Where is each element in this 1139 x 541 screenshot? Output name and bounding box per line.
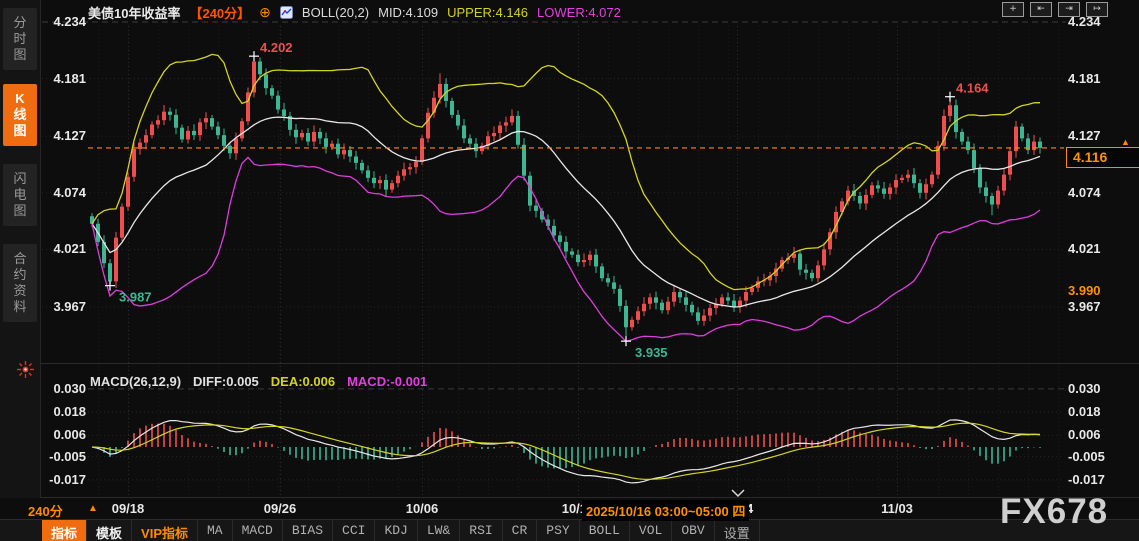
- macd-diff-value: DIFF:0.005: [193, 374, 259, 389]
- sidebar-tab-kline[interactable]: K线图: [3, 84, 37, 146]
- period-selector[interactable]: 240分: [28, 501, 63, 520]
- toolbar-tab-bias[interactable]: BIAS: [283, 520, 333, 541]
- chevron-down-icon[interactable]: [731, 489, 745, 498]
- macd-axis-label: -0.005: [42, 449, 86, 464]
- price-panel-layer: 4.202 3.987 4.164 3.935: [88, 40, 1064, 360]
- sidebar-tab-timeline[interactable]: 分时图: [3, 8, 37, 70]
- price-extreme-label: 4.202: [260, 40, 293, 55]
- price-axis-label: 4.074: [1068, 185, 1101, 200]
- boll-upper-value: UPPER:4.146: [447, 5, 528, 20]
- price-axis-label: 3.967: [42, 299, 86, 314]
- macd-hist-value: MACD:-0.001: [347, 374, 427, 389]
- toolbar-tab-kdj[interactable]: KDJ: [375, 520, 417, 541]
- toolbar-tab-obv[interactable]: OBV: [672, 520, 714, 541]
- price-axis-label: 4.021: [42, 241, 86, 256]
- toolbar-tab-lw[interactable]: LW&: [418, 520, 460, 541]
- macd-axis-label: 0.006: [42, 427, 86, 442]
- macd-axis-label: 0.030: [1068, 381, 1101, 396]
- boll-lower-value: LOWER:4.072: [537, 5, 621, 20]
- toolbar-tab-settings[interactable]: 设置: [715, 520, 760, 541]
- sidebar-tab-lightning[interactable]: 闪电图: [3, 164, 37, 226]
- boll-mid-value: MID:4.109: [378, 5, 438, 20]
- toolbar-tab-templates[interactable]: 模板: [87, 520, 132, 541]
- fit-right-icon[interactable]: ⇥: [1058, 2, 1080, 17]
- sidebar-tab-label: 分时图: [13, 15, 28, 63]
- chart-header: 美债10年收益率 【240分】 ⊕ BOLL(20,2) MID:4.109 U…: [88, 3, 621, 21]
- sidebar-tab-label: 合约资料: [13, 251, 28, 315]
- date-tick: 09/18: [112, 501, 145, 516]
- secondary-price-label: 3.990: [1068, 283, 1101, 298]
- price-extreme-label: 3.987: [119, 290, 152, 305]
- toolbar-tab-cci[interactable]: CCI: [333, 520, 375, 541]
- date-tick: 09/26: [264, 501, 297, 516]
- macd-params-label: MACD(26,12,9): [90, 374, 181, 389]
- price-axis-label: 4.021: [1068, 241, 1101, 256]
- fit-left-icon[interactable]: ⇤: [1030, 2, 1052, 17]
- crosshair-icon[interactable]: +: [1002, 2, 1024, 17]
- macd-axis-label: -0.017: [1068, 472, 1105, 487]
- macd-axis-label: -0.005: [1068, 449, 1105, 464]
- price-axis-label: 4.127: [1068, 128, 1101, 143]
- price-axis-label: 3.967: [1068, 299, 1101, 314]
- toolbar-tab-macd[interactable]: MACD: [233, 520, 283, 541]
- macd-panel-layer: [92, 420, 1040, 483]
- chart-style-icon[interactable]: [280, 6, 293, 19]
- sidebar-tab-contract-info[interactable]: 合约资料: [3, 244, 37, 322]
- sidebar-tab-label: K线图: [13, 91, 28, 139]
- toolbar-tab-ma[interactable]: MA: [198, 520, 233, 541]
- toolbar-tab-indicators[interactable]: 指标: [42, 520, 87, 541]
- current-price-box: 4.116: [1066, 147, 1139, 168]
- toolbar-tab-vol[interactable]: VOL: [630, 520, 672, 541]
- window-controls: + ⇤ ⇥ ↦: [1002, 2, 1108, 17]
- price-up-arrow-icon: ▲: [1121, 137, 1130, 147]
- boll-indicator-label: BOLL(20,2): [302, 5, 369, 20]
- price-axis-label: 4.074: [42, 185, 86, 200]
- instrument-title: 美债10年收益率: [88, 3, 180, 22]
- date-tick: 11/03: [881, 501, 913, 516]
- macd-axis-label: -0.017: [42, 472, 86, 487]
- toolbar-tab-boll[interactable]: BOLL: [580, 520, 630, 541]
- toolbar-tab-rsi[interactable]: RSI: [460, 520, 502, 541]
- alert-starburst-icon: [17, 361, 34, 378]
- macd-axis-label: 0.018: [42, 404, 86, 419]
- price-axis-label: 4.127: [42, 128, 86, 143]
- toolbar-tab-vip-indicators[interactable]: VIP指标: [132, 520, 198, 541]
- price-extreme-label: 3.935: [635, 345, 668, 360]
- pan-right-icon[interactable]: ↦: [1086, 2, 1108, 17]
- sidebar: 分时图 K线图 闪电图 合约资料: [0, 0, 41, 498]
- period-dropdown-icon[interactable]: ▲: [88, 503, 98, 514]
- macd-header: MACD(26,12,9) DIFF:0.005 DEA:0.006 MACD:…: [90, 374, 427, 389]
- toolbar-tab-psy[interactable]: PSY: [537, 520, 579, 541]
- indicator-toolbar: 指标 模板 VIP指标 MA MACD BIAS CCI KDJ LW& RSI…: [0, 519, 1139, 541]
- price-axis-label: 4.181: [42, 71, 86, 86]
- macd-dea-value: DEA:0.006: [271, 374, 335, 389]
- price-axis-label: 4.181: [1068, 71, 1101, 86]
- macd-axis-label: 0.006: [1068, 427, 1101, 442]
- candlestick-chart-canvas[interactable]: 4.202 3.987 4.164 3.935: [0, 0, 1139, 541]
- macd-axis-label: 0.018: [1068, 404, 1101, 419]
- watermark: FX678: [1000, 492, 1108, 532]
- chart-window: 4.202 3.987 4.164 3.935 分时图 K线图 闪电图 合约资料 美债…: [0, 0, 1139, 541]
- add-indicator-icon[interactable]: ⊕: [259, 5, 271, 19]
- period-tag[interactable]: 【240分】: [189, 3, 250, 22]
- price-extreme-label: 4.164: [956, 81, 989, 96]
- price-axis-label: 4.234: [42, 14, 86, 29]
- macd-axis-label: 0.030: [42, 381, 86, 396]
- sidebar-tab-label: 闪电图: [13, 171, 28, 219]
- toolbar-tab-cr[interactable]: CR: [503, 520, 538, 541]
- date-tick: 10/06: [406, 501, 439, 516]
- crosshair-date-tooltip: 2025/10/16 03:00~05:00 四: [582, 500, 749, 521]
